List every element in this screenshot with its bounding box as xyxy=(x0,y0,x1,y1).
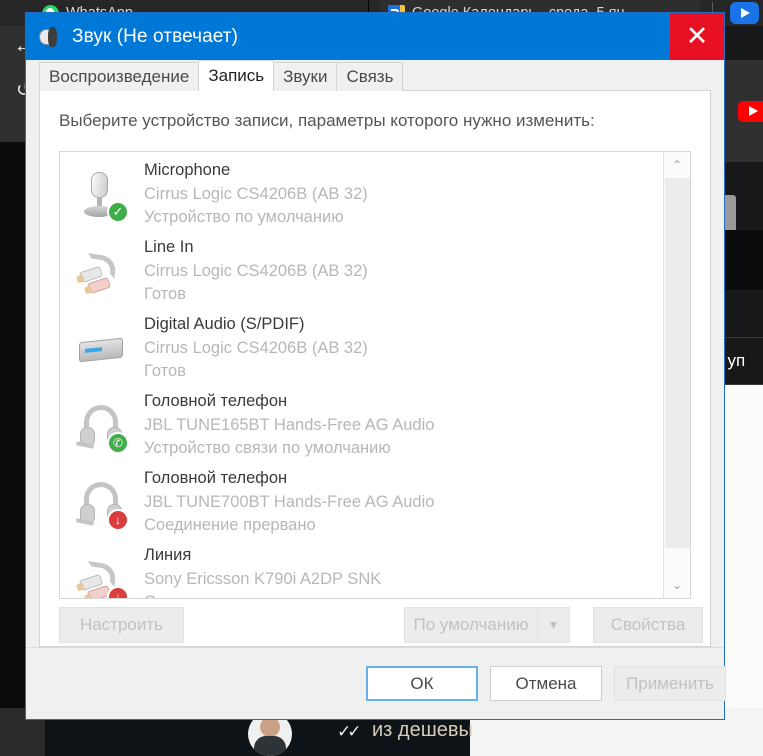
headset-icon: ↓ xyxy=(74,476,129,531)
list-item[interactable]: ↓ Головной телефон JBL TUNE700BT Hands-F… xyxy=(60,464,663,541)
cancel-button[interactable]: Отмена xyxy=(490,666,602,701)
properties-button[interactable]: Свойства xyxy=(593,607,703,643)
device-state: Соединение прервано xyxy=(144,516,316,535)
list-item[interactable]: Digital Audio (S/PDIF) Cirrus Logic CS42… xyxy=(60,310,663,387)
device-state: Устройство по умолчанию xyxy=(144,208,344,227)
headset-icon: ✆ xyxy=(74,399,129,454)
message-read-receipt-icon: ✓✓ xyxy=(337,722,361,741)
tab-sounds[interactable]: Звуки xyxy=(273,62,338,91)
dialog-footer: ОК Отмена Применить xyxy=(26,647,726,719)
device-name: Line In xyxy=(144,237,194,256)
tab-playback[interactable]: Воспроизведение xyxy=(39,62,200,91)
ok-button[interactable]: ОК xyxy=(366,666,478,701)
device-state: Устройство связи по умолчанию xyxy=(144,439,391,458)
configure-button[interactable]: Настроить xyxy=(59,607,184,643)
device-list-scrollbar[interactable]: ⌃ ⌄ xyxy=(663,152,690,598)
disconnected-badge-icon: ↓ xyxy=(107,585,129,598)
sound-dialog: Звук (Не отвечает) ✕ Воспроизведение Зап… xyxy=(25,12,726,720)
device-driver: Sony Ericsson K790i A2DP SNK xyxy=(144,569,382,588)
device-name: Digital Audio (S/PDIF) xyxy=(144,314,305,333)
device-list[interactable]: ✓ Microphone Cirrus Logic CS4206B (AB 32… xyxy=(59,151,691,599)
dialog-titlebar: Звук (Не отвечает) ✕ xyxy=(26,13,724,60)
device-state: Готов xyxy=(144,362,186,381)
default-check-badge-icon: ✓ xyxy=(107,200,129,223)
device-driver: JBL TUNE165BT Hands-Free AG Audio xyxy=(144,415,435,434)
set-default-button[interactable]: По умолчанию xyxy=(404,607,537,643)
device-state: Готов xyxy=(144,285,186,304)
chat-message-text: из дешевы xyxy=(372,719,473,741)
list-item[interactable]: Line In Cirrus Logic CS4206B (AB 32) Гот… xyxy=(60,233,663,310)
device-name: Microphone xyxy=(144,160,231,179)
device-state: Соединение прервано xyxy=(144,591,381,598)
scroll-down-icon[interactable]: ⌄ xyxy=(664,572,691,598)
recording-tab-panel: Выберите устройство записи, параметры ко… xyxy=(39,91,711,647)
apply-button[interactable]: Применить xyxy=(614,666,726,701)
scrollbar-track[interactable] xyxy=(664,178,691,572)
microphone-icon: ✓ xyxy=(74,168,129,223)
spdif-icon xyxy=(74,322,128,376)
panel-button-row: Настроить По умолчанию ▼ Свойства xyxy=(40,599,710,646)
device-name: Головной телефон xyxy=(144,391,288,410)
panel-hint: Выберите устройство записи, параметры ко… xyxy=(59,111,595,130)
device-driver: JBL TUNE700BT Hands-Free AG Audio xyxy=(144,492,435,511)
youtube-play-icon[interactable] xyxy=(738,101,763,122)
device-name: Головной телефон xyxy=(144,468,288,487)
line-in-icon: ↓ xyxy=(74,553,129,598)
tab-recording[interactable]: Запись xyxy=(198,60,275,91)
dialog-title: Звук (Не отвечает) xyxy=(72,25,239,47)
scroll-up-icon[interactable]: ⌃ xyxy=(664,152,691,178)
list-item[interactable]: ✓ Microphone Cirrus Logic CS4206B (AB 32… xyxy=(60,156,663,233)
set-default-dropdown-arrow-icon[interactable]: ▼ xyxy=(537,607,570,643)
device-name: Линия xyxy=(144,545,192,564)
list-item[interactable]: ↓ Линия Sony Ericsson K790i A2DP SNK Сое… xyxy=(60,541,663,598)
play-button-blue[interactable] xyxy=(730,2,759,24)
device-driver: Cirrus Logic CS4206B (AB 32) xyxy=(144,184,368,203)
close-button[interactable]: ✕ xyxy=(670,13,724,60)
tab-bar: Воспроизведение Запись Звуки Связь xyxy=(26,60,724,91)
speaker-icon xyxy=(38,26,60,48)
disconnected-badge-icon: ↓ xyxy=(107,508,129,531)
device-driver: Cirrus Logic CS4206B (AB 32) xyxy=(144,261,368,280)
device-list-items: ✓ Microphone Cirrus Logic CS4206B (AB 32… xyxy=(60,152,663,598)
scrollbar-thumb[interactable] xyxy=(664,178,690,548)
tab-communications[interactable]: Связь xyxy=(336,62,404,91)
list-item[interactable]: ✆ Головной телефон JBL TUNE165BT Hands-F… xyxy=(60,387,663,464)
default-communication-badge-icon: ✆ xyxy=(107,431,129,454)
device-driver: Cirrus Logic CS4206B (AB 32) xyxy=(144,338,368,357)
line-in-icon xyxy=(74,245,128,299)
